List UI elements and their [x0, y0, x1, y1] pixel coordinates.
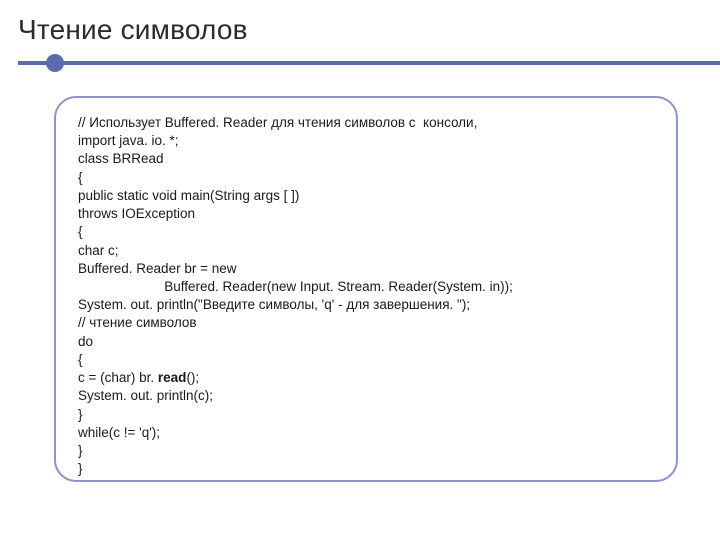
code-container: // Использует Buffered. Reader для чтени…: [54, 96, 678, 482]
code-bold: read: [158, 370, 187, 385]
code-line: public static void main(String args [ ]): [78, 188, 299, 203]
code-line: while(c != 'q');: [78, 425, 160, 440]
rule-dot: [46, 54, 64, 72]
code-line: char c;: [78, 243, 119, 258]
code-line: import java. io. *;: [78, 133, 179, 148]
code-line: }: [78, 443, 83, 458]
slide: Чтение символов // Использует Buffered. …: [0, 0, 720, 540]
slide-title: Чтение символов: [18, 14, 720, 46]
code-line: }: [78, 407, 83, 422]
code-line: // Использует Buffered. Reader для чтени…: [78, 115, 477, 130]
code-line: {: [78, 352, 83, 367]
code-line: {: [78, 170, 83, 185]
code-line: do: [78, 334, 93, 349]
code-line: c = (char) br.: [78, 370, 158, 385]
title-area: Чтение символов: [0, 0, 720, 68]
code-line: System. out. println("Введите символы, '…: [78, 297, 470, 312]
rule-line: [18, 61, 720, 65]
title-rule: [18, 56, 720, 68]
code-line: throws IOException: [78, 206, 195, 221]
code-line: Buffered. Reader(new Input. Stream. Read…: [78, 279, 513, 294]
code-line: class BRRead: [78, 151, 164, 166]
code-line: ();: [186, 370, 199, 385]
code-line: {: [78, 224, 83, 239]
code-line: Buffered. Reader br = new: [78, 261, 236, 276]
code-line: System. out. println(c);: [78, 388, 213, 403]
code-block: // Использует Buffered. Reader для чтени…: [78, 114, 654, 478]
code-line: // чтение символов: [78, 315, 197, 330]
code-line: }: [78, 461, 83, 476]
